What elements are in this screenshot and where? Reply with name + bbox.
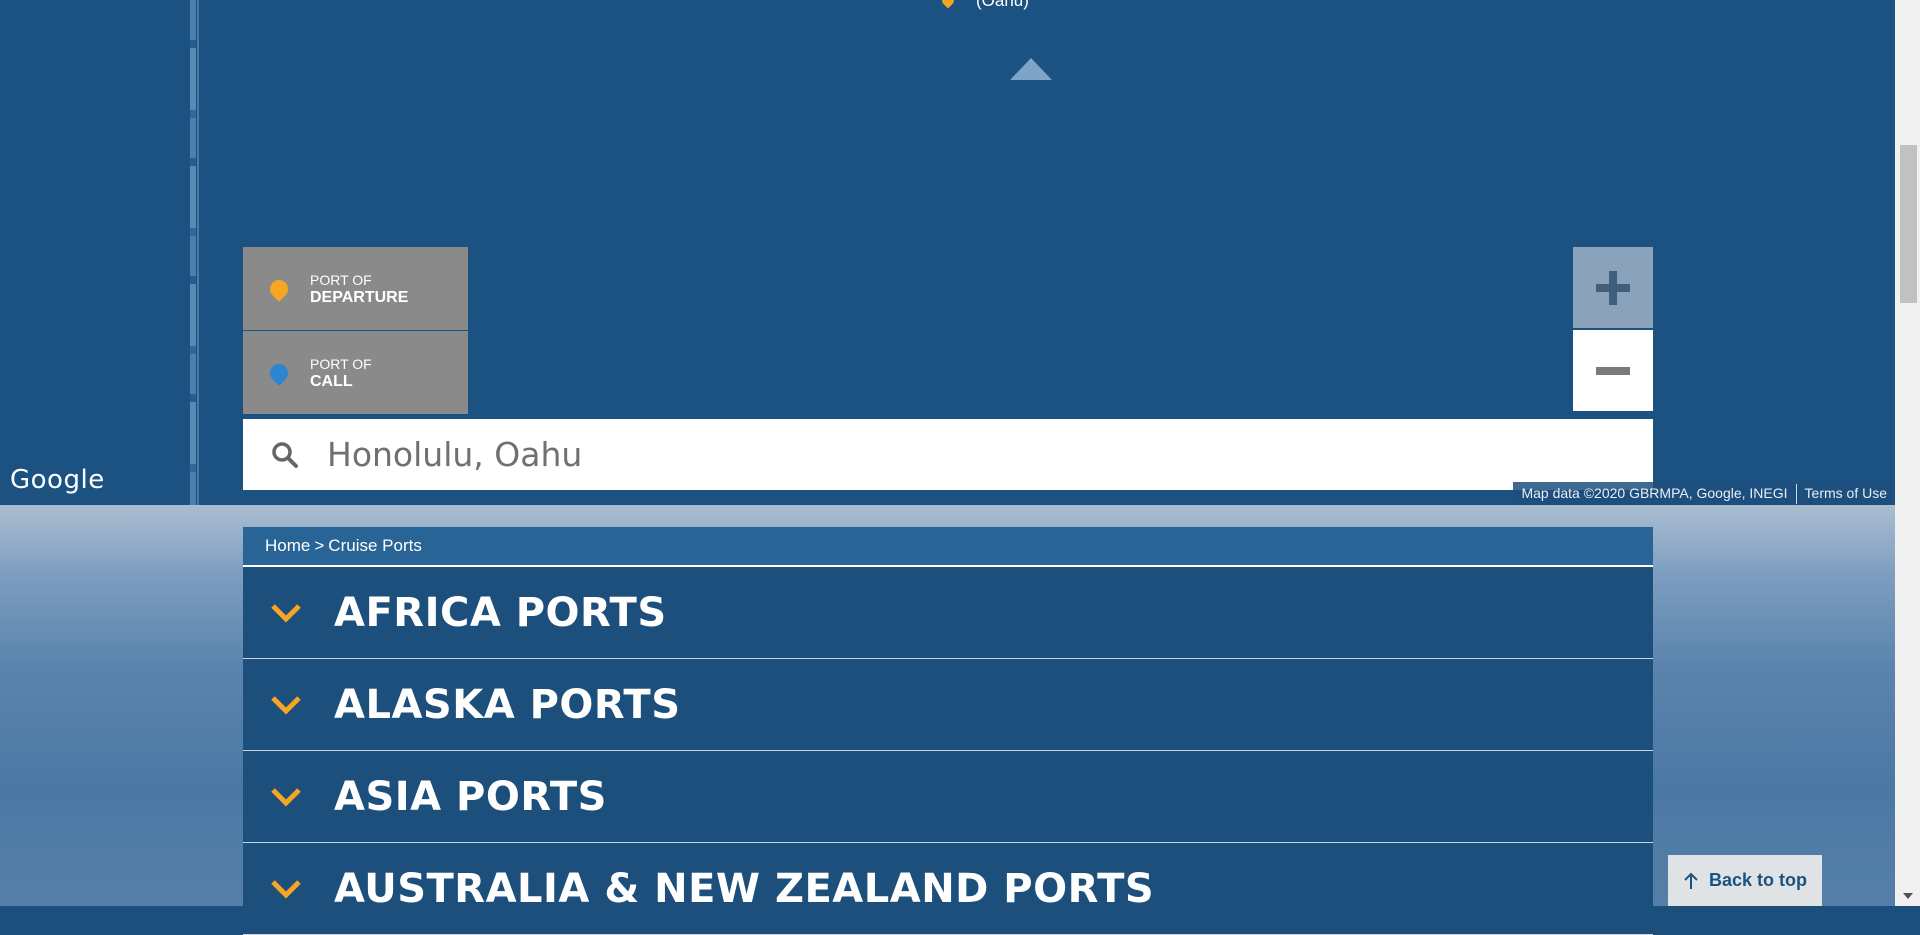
port-search <box>243 419 1653 490</box>
legend-departure-top: PORT OF <box>310 271 372 288</box>
search-icon[interactable] <box>271 441 299 469</box>
island-shape <box>1010 58 1052 80</box>
breadcrumb-separator: > <box>314 536 325 555</box>
back-to-top-label: Back to top <box>1708 870 1807 890</box>
breadcrumb: Home > Cruise Ports <box>243 527 1653 567</box>
search-input[interactable] <box>327 435 1527 474</box>
legend-call-top: PORT OF <box>310 355 372 372</box>
region-alaska-ports[interactable]: ALASKA PORTS <box>243 659 1653 751</box>
ports-panel: Home > Cruise Ports AFRICA PORTS ALASKA … <box>243 527 1653 935</box>
breadcrumb-current: Cruise Ports <box>328 536 422 555</box>
scrollbar-thumb[interactable] <box>1900 145 1917 303</box>
legend-call-bottom: CALL <box>310 372 353 390</box>
coastline-edge <box>197 0 199 505</box>
scrollbar-track[interactable] <box>1895 0 1920 906</box>
region-title: ASIA PORTS <box>334 773 607 820</box>
pin-icon-orange <box>266 275 292 302</box>
coastline <box>190 0 196 505</box>
map-data-credit: Map data ©2020 GBRMPA, Google, INEGI <box>1513 482 1796 505</box>
map-attribution: Map data ©2020 GBRMPA, Google, INEGI Ter… <box>1513 482 1895 505</box>
map[interactable]: (Oahu) PORT OF DEPARTURE PORT OF CALL Ho… <box>0 0 1895 505</box>
scroll-down-arrow-icon[interactable] <box>1900 890 1915 902</box>
map-marker-orange[interactable] <box>939 0 957 9</box>
pin-icon-blue <box>266 359 292 386</box>
region-title: AUSTRALIA & NEW ZEALAND PORTS <box>334 865 1155 912</box>
chevron-down-icon <box>270 603 308 623</box>
zoom-out-button[interactable] <box>1573 330 1653 411</box>
legend-port-of-call[interactable]: PORT OF CALL <box>243 331 468 414</box>
google-logo: Google <box>10 465 105 495</box>
breadcrumb-home-link[interactable]: Home <box>265 536 310 556</box>
region-asia-ports[interactable]: ASIA PORTS <box>243 751 1653 843</box>
back-to-top-button[interactable]: Back to top <box>1668 855 1822 906</box>
terms-of-use-link[interactable]: Terms of Use <box>1796 482 1895 505</box>
region-title: ALASKA PORTS <box>334 681 681 728</box>
map-marker-label: (Oahu) <box>976 0 1029 10</box>
legend-departure-bottom: DEPARTURE <box>310 288 409 306</box>
region-australia-new-zealand-ports[interactable]: AUSTRALIA & NEW ZEALAND PORTS <box>243 843 1653 935</box>
zoom-in-button[interactable] <box>1573 247 1653 328</box>
legend-port-of-departure[interactable]: PORT OF DEPARTURE <box>243 247 468 330</box>
arrow-up-icon <box>1683 872 1699 890</box>
chevron-down-icon <box>270 787 308 807</box>
chevron-down-icon <box>270 879 308 899</box>
chevron-down-icon <box>270 695 308 715</box>
plus-icon <box>1596 270 1630 305</box>
region-title: AFRICA PORTS <box>334 589 667 636</box>
region-africa-ports[interactable]: AFRICA PORTS <box>243 567 1653 659</box>
minus-icon <box>1596 366 1630 375</box>
